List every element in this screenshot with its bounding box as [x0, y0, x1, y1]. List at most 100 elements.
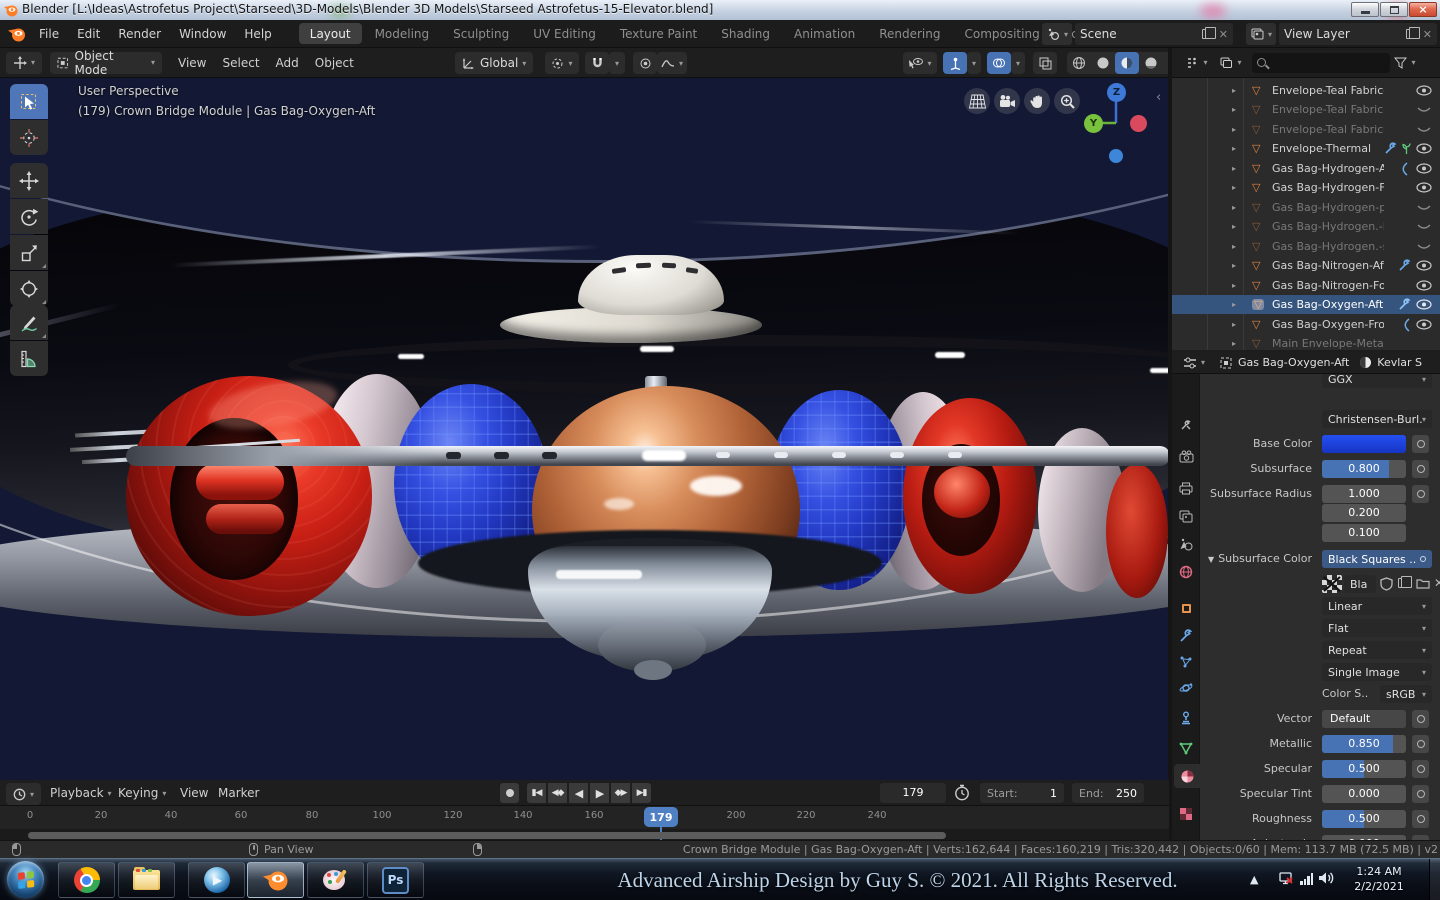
- eye-closed-icon[interactable]: [1416, 241, 1432, 252]
- tab-texture-paint[interactable]: Texture Paint: [609, 23, 708, 44]
- prev-keyframe-button[interactable]: ◀◆: [548, 783, 567, 803]
- properties-editor-type-button[interactable]: ▾: [1176, 352, 1212, 374]
- orthographic-grid-icon[interactable]: [964, 88, 990, 114]
- eye-open-icon[interactable]: [1416, 85, 1432, 96]
- unlink-image-icon[interactable]: ✕: [1434, 576, 1440, 590]
- keyframe-dot[interactable]: [1412, 485, 1429, 503]
- tray-volume-icon[interactable]: [1318, 870, 1335, 886]
- specular-tint-slider[interactable]: 0.000: [1322, 785, 1406, 803]
- menu-object[interactable]: Object: [307, 48, 362, 78]
- eye-closed-icon[interactable]: [1416, 221, 1432, 232]
- roughness-slider[interactable]: 0.500: [1322, 810, 1406, 828]
- falloff-dropdown[interactable]: ▾: [657, 52, 687, 74]
- timeline-scrollbar[interactable]: [28, 832, 946, 839]
- outliner-row[interactable]: ▸▽Envelope-Teal Fabric-with o: [1172, 81, 1440, 100]
- outliner-row[interactable]: ▸▽Gas Bag-Nitrogen-Forward: [1172, 276, 1440, 295]
- subsurface-color-texture[interactable]: Black Squares ..: [1322, 550, 1432, 568]
- outliner-row[interactable]: ▸▽Gas Bag-Hydrogen.-semi po: [1172, 237, 1440, 256]
- keyframe-dot[interactable]: [1412, 785, 1429, 803]
- use-preview-range-icon[interactable]: [954, 784, 970, 801]
- mode-dropdown[interactable]: Object Mode ▾: [50, 52, 162, 74]
- expand-icon[interactable]: ▸: [1232, 183, 1236, 192]
- navigation-gizmo[interactable]: Z Y: [1000, 78, 1168, 188]
- keyframe-dot[interactable]: [1420, 556, 1426, 562]
- tool-annotate[interactable]: [10, 305, 48, 340]
- particles-icon[interactable]: [1401, 142, 1412, 155]
- gizmo-minus-axis[interactable]: [1109, 149, 1123, 163]
- tab-object-data[interactable]: [1174, 736, 1198, 760]
- jump-to-end-button[interactable]: ▶▮: [632, 783, 651, 803]
- tab-shading[interactable]: Shading: [710, 23, 781, 44]
- subsurface-slider[interactable]: 0.800: [1322, 460, 1406, 478]
- keyframe-dot[interactable]: [1412, 710, 1429, 728]
- tab-uv-editing[interactable]: UV Editing: [522, 23, 607, 44]
- interpolation-dropdown[interactable]: Linear▾: [1322, 597, 1432, 615]
- taskbar-photoshop[interactable]: Ps: [367, 862, 424, 898]
- expand-icon[interactable]: ▸: [1232, 339, 1236, 348]
- window-titlebar[interactable]: Blender [L:\Ideas\Astrofetus Project\Sta…: [0, 0, 1440, 20]
- image-thumbnail-icon[interactable]: [1322, 575, 1342, 593]
- overlays-dropdown[interactable]: ▾: [1011, 52, 1025, 74]
- fake-user-shield-icon[interactable]: [1380, 577, 1393, 591]
- image-name-field[interactable]: Bla: [1344, 575, 1376, 593]
- outliner-row[interactable]: ▸▽Gas Bag-Hydrogen.-Front-2\: [1172, 217, 1440, 236]
- copy-image-icon[interactable]: [1398, 578, 1407, 588]
- eye-open-icon[interactable]: [1416, 319, 1432, 330]
- taskbar-chrome[interactable]: [58, 862, 115, 898]
- tab-tool[interactable]: [1174, 412, 1198, 436]
- keyframe-dot[interactable]: [1412, 460, 1429, 478]
- outliner-row-selected[interactable]: ▸▽Gas Bag-Oxygen-Aft: [1172, 295, 1440, 314]
- extension-dropdown[interactable]: Repeat▾: [1322, 641, 1432, 659]
- expand-icon[interactable]: ▸: [1232, 222, 1236, 231]
- show-desktop-button[interactable]: [1429, 859, 1440, 900]
- timeline-editor-type-button[interactable]: ▾: [6, 783, 41, 805]
- outliner-row[interactable]: ▸▽Gas Bag-Oxygen-Front: [1172, 315, 1440, 334]
- modifier-wrench-icon[interactable]: [1398, 259, 1411, 272]
- outliner-row[interactable]: ▸▽Envelope-Teal Fabric-with o: [1172, 120, 1440, 139]
- modifier-wrench-icon[interactable]: [1384, 142, 1397, 155]
- play-reverse-button[interactable]: ◀: [569, 783, 588, 803]
- outliner-filter-dropdown[interactable]: ▾: [1214, 52, 1248, 74]
- show-gizmo-toggle[interactable]: [943, 52, 967, 74]
- modifier-wrench-icon[interactable]: [1398, 298, 1411, 311]
- expand-icon[interactable]: ▸: [1232, 242, 1236, 251]
- unlink-scene-icon[interactable]: ✕: [1219, 28, 1228, 41]
- new-scene-icon[interactable]: [1202, 29, 1211, 39]
- taskbar-blender-active[interactable]: [247, 862, 304, 898]
- specular-slider[interactable]: 0.500: [1322, 760, 1406, 778]
- expand-icon[interactable]: ▸: [1232, 203, 1236, 212]
- outliner-row[interactable]: ▸▽Gas Bag-Hydrogen-pointed-l: [1172, 198, 1440, 217]
- tab-modeling[interactable]: Modeling: [364, 23, 441, 44]
- tab-constraints[interactable]: [1174, 706, 1198, 730]
- menu-edit[interactable]: Edit: [68, 20, 109, 48]
- frame-end-field[interactable]: End:250: [1072, 783, 1144, 803]
- expand-icon[interactable]: ▸: [1232, 125, 1236, 134]
- menu-window[interactable]: Window: [170, 20, 235, 48]
- keyframe-dot[interactable]: [1412, 435, 1429, 453]
- timeline-ruler[interactable]: 0 20 40 60 80 100 120 140 160 200 220 24…: [0, 806, 1169, 829]
- panel-divider[interactable]: [1168, 48, 1172, 840]
- close-button[interactable]: ×: [1409, 2, 1437, 17]
- outliner-row[interactable]: ▸▽Envelope-Thermal: [1172, 139, 1440, 158]
- outliner-row[interactable]: ▸▽Gas Bag-Hydrogen-Forward: [1172, 178, 1440, 197]
- editor-type-button[interactable]: ▾: [6, 52, 42, 74]
- menu-add[interactable]: Add: [268, 48, 307, 78]
- 3d-viewport[interactable]: User Perspective (179) Crown Bridge Modu…: [0, 78, 1168, 780]
- tab-particles[interactable]: [1174, 650, 1198, 674]
- open-image-icon[interactable]: [1416, 577, 1430, 589]
- gizmo-y-axis[interactable]: Y: [1084, 114, 1103, 133]
- physics-icon[interactable]: [1400, 162, 1410, 176]
- tab-physics[interactable]: [1174, 676, 1198, 700]
- keyframe-dot[interactable]: [1412, 760, 1429, 778]
- tool-measure[interactable]: [10, 341, 48, 376]
- tab-modifiers[interactable]: [1174, 624, 1198, 648]
- gizmo-z-axis[interactable]: Z: [1107, 83, 1126, 102]
- taskbar-explorer[interactable]: [118, 862, 175, 898]
- breadcrumb-material[interactable]: Kevlar S: [1377, 356, 1422, 369]
- outliner-row[interactable]: ▸▽Gas Bag-Nitrogen-Aft: [1172, 256, 1440, 275]
- play-button[interactable]: ▶: [590, 783, 609, 803]
- tray-signal-icon[interactable]: [1300, 873, 1313, 885]
- remove-view-layer-icon[interactable]: ✕: [1423, 28, 1432, 41]
- start-button[interactable]: [7, 861, 44, 898]
- taskbar-paint[interactable]: [307, 862, 364, 898]
